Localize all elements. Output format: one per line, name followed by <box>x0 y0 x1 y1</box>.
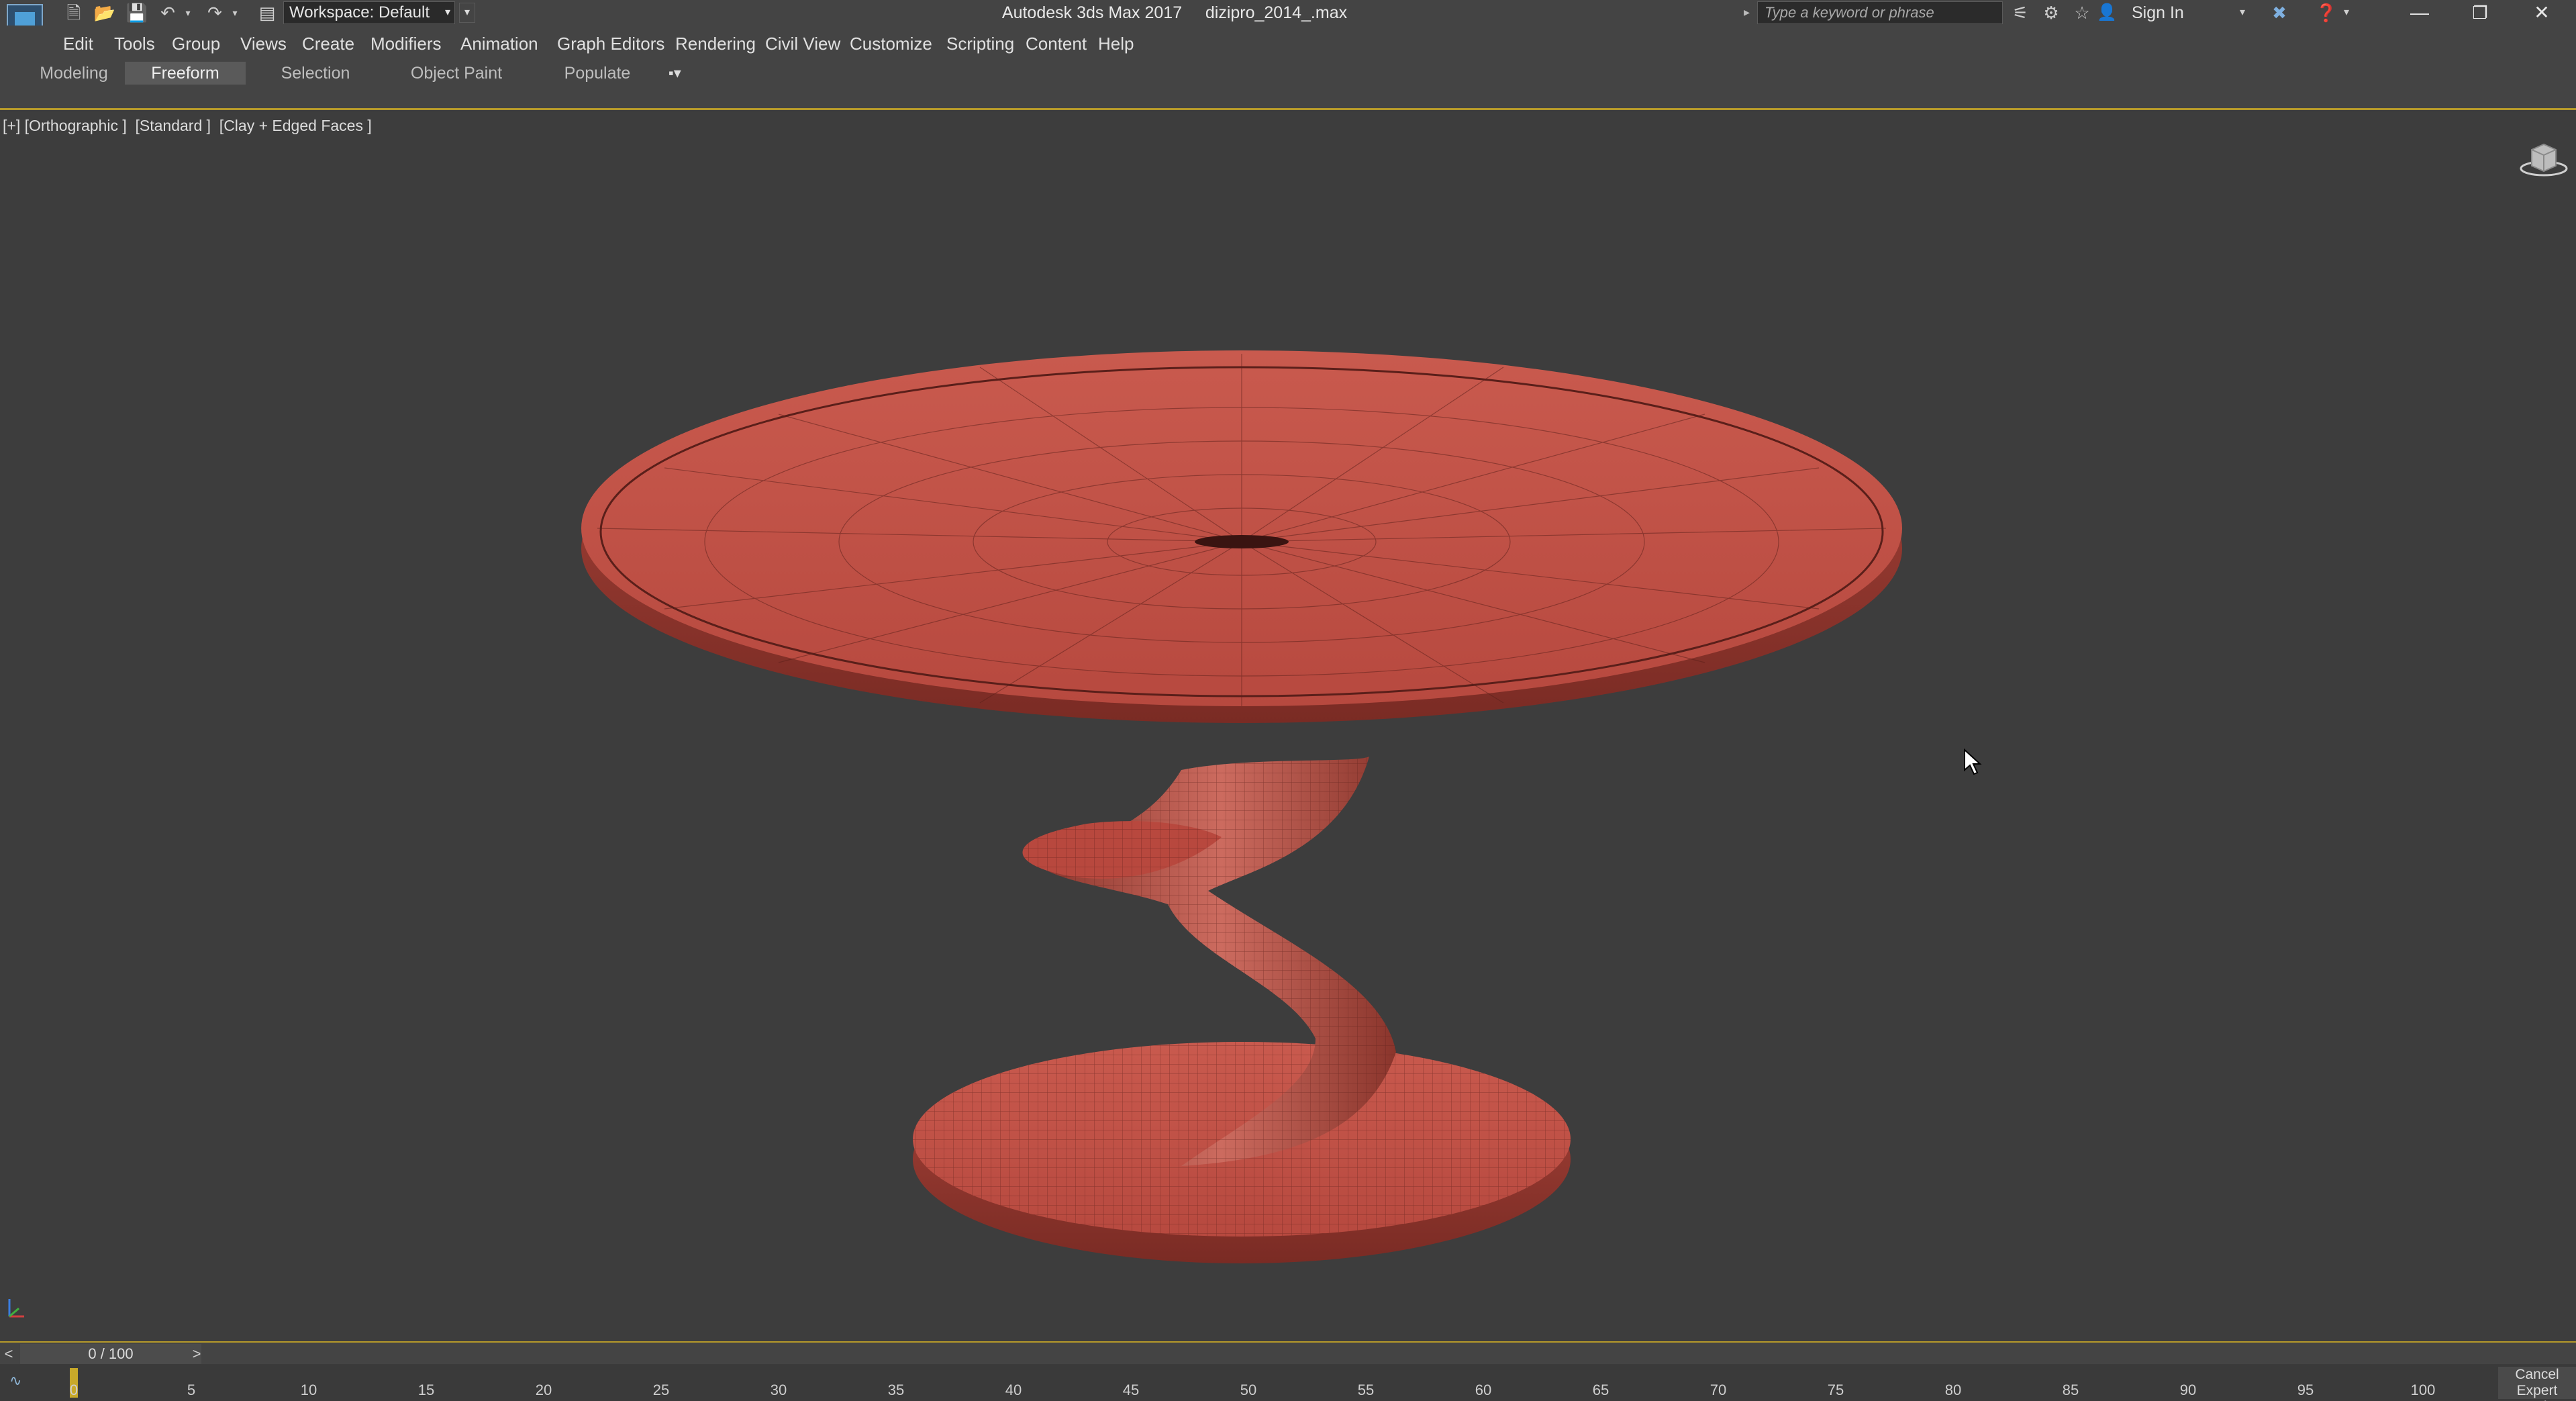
undo-dropdown-icon[interactable]: ▾ <box>183 3 193 23</box>
spiral-table-model[interactable] <box>577 246 1987 1280</box>
timeline-tick-label: 35 <box>887 1382 905 1398</box>
timeline-tick-label: 85 <box>2062 1382 2079 1398</box>
mouse-cursor-icon <box>1964 748 1982 775</box>
menu-customize[interactable]: Customize <box>850 34 932 54</box>
menu-edit[interactable]: Edit <box>63 34 93 54</box>
project-folder-icon[interactable]: ▤ <box>255 3 279 23</box>
timeline-tick-label: 80 <box>1944 1382 1962 1398</box>
time-prev-button[interactable]: < <box>0 1344 17 1364</box>
curve-editor-icon[interactable]: ∿ <box>9 1372 39 1392</box>
track-bar[interactable]: ∿ 0 5 10 15 20 25 30 35 40 45 50 55 60 65 70 75 80 85 90 95… <box>0 1364 2576 1401</box>
menu-civil-view[interactable]: Civil View <box>765 34 840 54</box>
timeline-tick-label: 20 <box>535 1382 552 1398</box>
redo-icon[interactable]: ↷ <box>203 3 227 23</box>
timeline-tick-label: 60 <box>1475 1382 1492 1398</box>
timeline-tick-label: 75 <box>1827 1382 1844 1398</box>
timeline-tick-label: 30 <box>770 1382 787 1398</box>
ribbon-tabs: Modeling Freeform Selection Object Paint… <box>0 62 2576 89</box>
menu-modifiers[interactable]: Modifiers <box>370 34 441 54</box>
menu-animation[interactable]: Animation <box>460 34 538 54</box>
timeline-tick-label: 25 <box>652 1382 670 1398</box>
restore-button[interactable]: ❐ <box>2450 0 2510 26</box>
undo-icon[interactable]: ↶ <box>156 3 180 23</box>
viewport-label[interactable]: [+] [Orthographic ] [Standard ] [Clay + … <box>3 116 372 135</box>
workspace-dropdown[interactable]: Workspace: Default ▾ <box>283 1 455 24</box>
viewcube-icon[interactable] <box>2517 139 2571 179</box>
minimize-button[interactable]: — <box>2389 0 2450 26</box>
time-slider-bar: < 0 / 100 > <box>0 1341 2576 1364</box>
tab-populate[interactable]: Populate <box>550 62 644 85</box>
new-file-icon[interactable]: 🗎 <box>62 3 86 23</box>
close-button[interactable]: ✕ <box>2512 0 2572 26</box>
favorites-star-icon[interactable]: ☆ <box>2069 1 2095 24</box>
tab-selection[interactable]: Selection <box>268 62 362 85</box>
menu-views[interactable]: Views <box>240 34 287 54</box>
cancel-label: Cancel <box>2515 1367 2559 1382</box>
timeline-tick-label: 65 <box>1592 1382 1609 1398</box>
binoculars-icon[interactable]: ⚟ <box>2007 1 2034 24</box>
timeline-ticks: 0 5 10 15 20 25 30 35 40 45 50 55 60 65 70 75 80 85 90 95 10… <box>67 1364 2510 1401</box>
timeline-tick-label: 5 <box>187 1382 196 1398</box>
exchange-apps-icon[interactable]: ✖ <box>2266 1 2293 24</box>
help-dropdown-icon[interactable]: ▾ <box>2340 1 2353 24</box>
time-next-button[interactable]: > <box>188 1344 205 1364</box>
tab-object-paint[interactable]: Object Paint <box>403 62 510 85</box>
axis-tripod-icon <box>8 1299 24 1318</box>
menu-graph-editors[interactable]: Graph Editors <box>557 34 664 54</box>
ribbon-panel <box>0 89 2576 110</box>
save-file-icon[interactable]: 💾 <box>125 3 149 23</box>
sign-in-dropdown-icon[interactable]: ▾ <box>2235 1 2250 24</box>
title-bar: 🗎 📂 💾 ↶ ▾ ↷ ▾ ▤ Workspace: Default ▾ ▾ A… <box>0 0 2576 36</box>
timeline-tick-label: 55 <box>1357 1382 1375 1398</box>
time-slider[interactable]: 0 / 100 <box>20 1344 201 1364</box>
timeline-tick-label: 40 <box>1005 1382 1022 1398</box>
timeline-tick-label: 70 <box>1710 1382 1727 1398</box>
search-input[interactable]: Type a keyword or phrase <box>1757 1 2003 24</box>
subscription-center-icon[interactable]: ⚙ <box>2038 1 2065 24</box>
timeline-tick-label: 0 <box>69 1382 79 1398</box>
window-title: Autodesk 3ds Max 2017 dizipro_2014_.max <box>1001 3 1348 22</box>
menu-group[interactable]: Group <box>172 34 220 54</box>
search-expand-icon[interactable]: ▸ <box>1744 5 1750 19</box>
ribbon-minimize-icon[interactable]: ▪▾ <box>668 64 681 82</box>
expert-mode-label: Expert Mode <box>2516 1383 2558 1401</box>
menu-content[interactable]: Content <box>1026 34 1087 54</box>
menu-rendering[interactable]: Rendering <box>675 34 756 54</box>
menu-bar: Edit Tools Group Views Create Modifiers … <box>0 26 2576 62</box>
perspective-viewport[interactable]: [+] [Orthographic ] [Standard ] [Clay + … <box>0 112 2576 1341</box>
menu-create[interactable]: Create <box>302 34 354 54</box>
timeline-tick-label: 90 <box>2179 1382 2197 1398</box>
menu-tools[interactable]: Tools <box>114 34 155 54</box>
timeline-tick-label: 100 <box>2410 1382 2436 1398</box>
sign-in-button[interactable]: Sign In <box>2132 1 2184 24</box>
help-icon[interactable]: ❓ <box>2313 1 2340 24</box>
cancel-expert-mode-button[interactable]: Cancel Expert Mode <box>2498 1367 2576 1401</box>
quick-access-options-icon[interactable]: ▾ <box>459 3 475 23</box>
timeline-tick-label: 45 <box>1122 1382 1140 1398</box>
redo-dropdown-icon[interactable]: ▾ <box>230 3 240 23</box>
timeline-tick-label: 95 <box>2297 1382 2314 1398</box>
timeline-tick-label: 15 <box>417 1382 435 1398</box>
chevron-down-icon: ▾ <box>444 7 450 18</box>
tab-modeling[interactable]: Modeling <box>27 62 121 85</box>
workspace-label: Workspace: Default <box>289 3 430 21</box>
menu-help[interactable]: Help <box>1098 34 1134 54</box>
user-icon: 👤 <box>2097 3 2117 21</box>
timeline-tick-label: 50 <box>1240 1382 1257 1398</box>
menu-scripting[interactable]: Scripting <box>946 34 1014 54</box>
tab-freeform[interactable]: Freeform <box>125 62 246 85</box>
open-file-icon[interactable]: 📂 <box>93 3 117 23</box>
timeline-tick-label: 10 <box>300 1382 317 1398</box>
